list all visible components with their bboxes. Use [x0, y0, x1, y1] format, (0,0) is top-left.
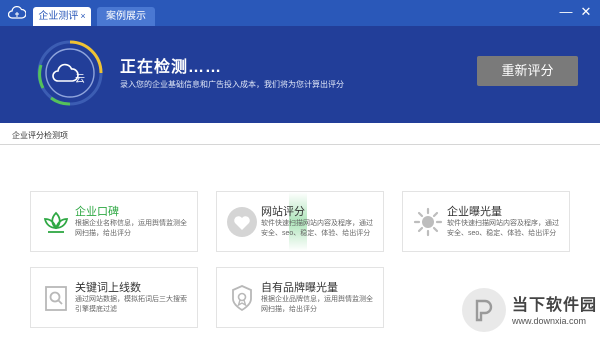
heart-icon — [227, 207, 257, 237]
card-exposure[interactable]: 企业曝光量 软件快速扫描网站内容及程序，通过安全、seo、稳定、体验、给出评分 — [402, 191, 570, 252]
app-window: 企业测评 × 案例展示 — ✕ 云 正在检测…… 录入您的企业基础信息和广告投入成… — [0, 0, 600, 342]
card-reputation[interactable]: 企业口碑 根据企业名称信息，运用舆情监测全网扫描，给出评分 — [30, 191, 198, 252]
watermark-url: www.downxia.com — [512, 316, 587, 326]
section-divider — [0, 144, 600, 145]
watermark-icon — [475, 299, 493, 322]
card-title: 企业曝光量 — [447, 206, 502, 218]
ring-glyph: 云 — [75, 74, 85, 85]
card-desc: 根据企业品牌信息，运用舆情监测全网扫描，给出评分 — [261, 296, 373, 313]
section-title: 企业评分检测项 — [12, 131, 68, 140]
card-desc: 通过网站数据，模拟拓词后三大搜索引擎摸底过滤 — [75, 296, 187, 313]
status-title: 正在检测…… — [120, 59, 223, 76]
tab-case-showcase[interactable]: 案例展示 — [97, 7, 155, 26]
card-desc: 根据企业名称信息，运用舆情监测全网扫描，给出评分 — [75, 220, 187, 237]
watermark: 当下软件园 www.downxia.com — [462, 282, 598, 338]
tab-enterprise-evaluation[interactable]: 企业测评 × — [33, 7, 91, 26]
title-bar: 企业测评 × 案例展示 — ✕ — [0, 0, 600, 26]
badge-icon — [232, 285, 252, 312]
tab-label: 案例展示 — [106, 11, 146, 22]
search-doc-icon — [45, 286, 67, 311]
card-brand-exposure[interactable]: 自有品牌曝光量 根据企业品牌信息，运用舆情监测全网扫描，给出评分 — [216, 267, 384, 328]
watermark-name: 当下软件园 — [512, 297, 598, 314]
card-desc: 软件快速扫描网站内容及程序，通过安全、seo、稳定、体验、给出评分 — [261, 220, 373, 237]
card-title: 自有品牌曝光量 — [261, 282, 338, 294]
scanning-ring-icon: 云 — [37, 40, 103, 106]
minimize-button[interactable]: — — [558, 4, 574, 20]
status-banner: 云 正在检测…… 录入您的企业基础信息和广告投入成本，我们将为您计算出评分 重新… — [0, 26, 600, 123]
card-website-score[interactable]: 网站评分 软件快速扫描网站内容及程序，通过安全、seo、稳定、体验、给出评分 — [216, 191, 384, 252]
card-title: 企业口碑 — [75, 206, 119, 218]
tab-label: 企业测评 — [38, 11, 79, 22]
lotus-icon — [43, 211, 69, 233]
sun-icon — [413, 207, 443, 237]
card-keywords[interactable]: 关键词上线数 通过网站数据，模拟拓词后三大搜索引擎摸底过滤 — [30, 267, 198, 328]
close-button[interactable]: ✕ — [578, 4, 594, 20]
card-title: 关键词上线数 — [75, 282, 141, 294]
card-desc: 软件快速扫描网站内容及程序，通过安全、seo、稳定、体验、给出评分 — [447, 220, 559, 237]
card-title: 网站评分 — [261, 206, 305, 218]
rescore-button[interactable]: 重新评分 — [477, 56, 578, 86]
watermark-logo — [462, 288, 506, 332]
status-subtitle: 录入您的企业基础信息和广告投入成本，我们将为您计算出评分 — [120, 80, 344, 89]
tab-close-icon[interactable]: × — [80, 11, 85, 21]
cloud-icon — [8, 5, 26, 19]
